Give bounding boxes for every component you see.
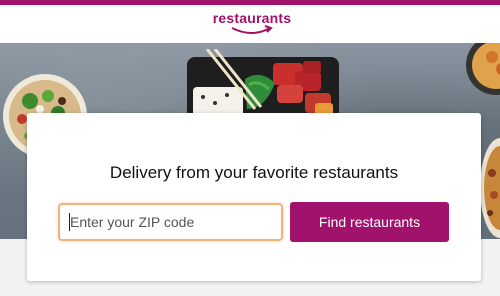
restaurants-logo[interactable]: restaurants	[212, 10, 292, 40]
zip-code-input[interactable]	[58, 203, 283, 241]
poke-bowl-image	[187, 49, 339, 119]
food-plate-bottom-right-image	[480, 138, 500, 238]
find-restaurants-button[interactable]: Find restaurants	[290, 202, 449, 242]
hero-headline: Delivery from your favorite restaurants	[109, 163, 399, 182]
smile-arrow-icon	[231, 25, 273, 34]
site-header: restaurants	[0, 5, 500, 43]
search-card: Delivery from your favorite restaurants …	[27, 113, 481, 281]
food-plate-right-image	[466, 43, 500, 95]
text-caret	[69, 213, 70, 231]
